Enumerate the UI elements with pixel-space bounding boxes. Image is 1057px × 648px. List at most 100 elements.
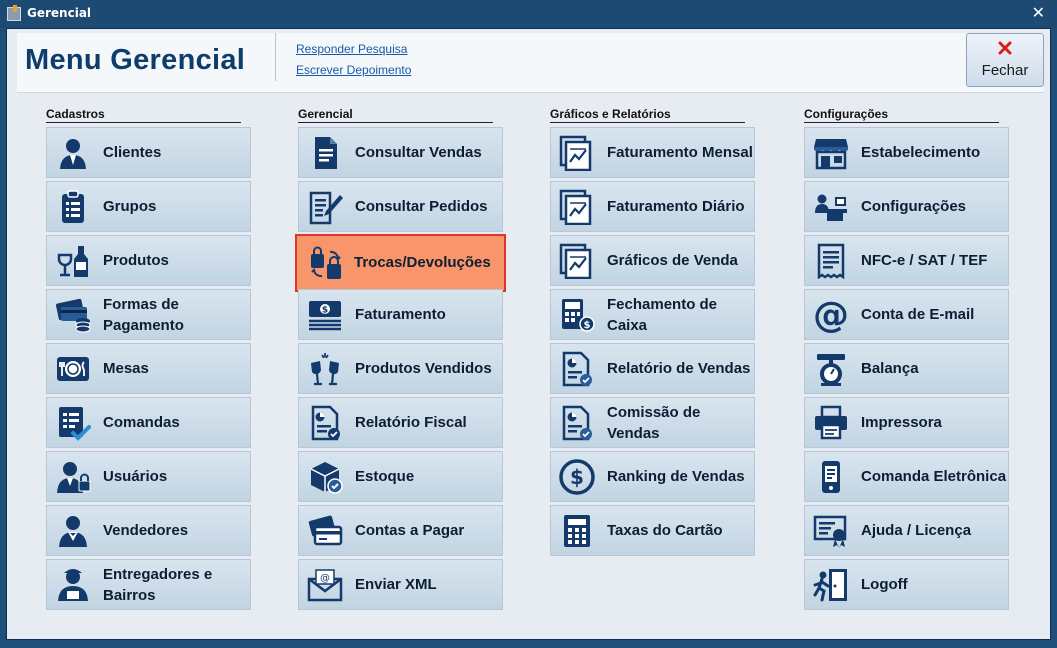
menu-button-enviar-xml[interactable]: @ Enviar XML — [298, 559, 503, 610]
shopping-bags-exchange-icon — [311, 246, 341, 279]
menu-button-label: Estabelecimento — [861, 144, 981, 161]
menu-button-consultar-pedidos[interactable]: Consultar Pedidos — [298, 181, 503, 232]
menu-button-label: Mesas — [103, 360, 149, 377]
cards-cash-icon — [55, 298, 91, 333]
document-pen-icon — [309, 191, 343, 225]
menu-button-label: Impressora — [861, 414, 942, 431]
menu-button-label: Usuários — [103, 468, 168, 485]
window-close-icon[interactable]: ✕ — [1032, 3, 1045, 22]
menu-button-fechamento-de-caixa[interactable]: $ Fechamento de Caixa — [550, 289, 755, 340]
report-icon — [311, 405, 340, 441]
menu-button-comandas[interactable]: Comandas — [46, 397, 251, 448]
menu-button-clientes[interactable]: Clientes — [46, 127, 251, 178]
calculator-icon — [564, 515, 590, 547]
menu-button-label: Configurações — [861, 198, 967, 215]
client-area: Menu Gerencial Responder Pesquisa Escrev… — [6, 28, 1051, 640]
menu-button-label: Formas de Pagamento — [103, 295, 184, 334]
menu-button-nfc-e-sat-tef[interactable]: NFC-e / SAT / TEF — [804, 235, 1009, 286]
person-icon — [60, 139, 86, 169]
menu-button-label: Taxas do Cartão — [607, 522, 723, 539]
menu-button-entregadores-e-bairros[interactable]: Entregadores e Bairros — [46, 559, 251, 610]
menu-button-produtos-vendidos[interactable]: Produtos Vendidos — [298, 343, 503, 394]
checklist-icon — [59, 407, 91, 441]
scale-icon — [817, 354, 845, 386]
salesperson-icon — [59, 516, 87, 547]
menu-button-relatorio-de-vendas[interactable]: Relatório de Vendas — [550, 343, 755, 394]
menu-button-label: Vendedores — [103, 522, 189, 539]
menu-button-ranking-de-vendas[interactable]: $ Ranking de Vendas — [550, 451, 755, 502]
menu-button-conta-de-e-mail[interactable]: @ Conta de E-mail — [804, 289, 1009, 340]
app-icon — [7, 5, 21, 21]
menu-button-label: Balança — [861, 360, 919, 377]
receipt-icon — [817, 243, 845, 279]
menu-button-label: Produtos Vendidos — [355, 360, 492, 377]
menu-button-label: Clientes — [103, 144, 162, 161]
svg-text:$: $ — [322, 306, 328, 316]
menu-button-label: Faturamento — [355, 306, 446, 323]
menu-button-comanda-eletronica[interactable]: Comanda Eletrônica — [804, 451, 1009, 502]
menu-button-label: Estoque — [355, 468, 415, 485]
menu-button-graficos-de-venda[interactable]: Gráficos de Venda — [550, 235, 755, 286]
menu-button-label: Consultar Pedidos — [355, 198, 488, 215]
clipboard-list-icon — [62, 190, 84, 223]
menu-button-vendedores[interactable]: Vendedores — [46, 505, 251, 556]
envelope-at-icon: @ — [307, 569, 343, 602]
menu-button-usuarios[interactable]: Usuários — [46, 451, 251, 502]
write-testimonial-link[interactable]: Escrever Depoimento — [296, 63, 411, 77]
close-icon — [998, 41, 1012, 55]
menu-button-label: Relatório Fiscal — [355, 414, 467, 431]
plate-cutlery-icon — [57, 357, 89, 381]
menu-button-estoque[interactable]: Estoque — [298, 451, 503, 502]
menu-button-label: Comissão de Vendas — [607, 403, 701, 442]
svg-text:$: $ — [570, 465, 584, 489]
menu-button-label: NFC-e / SAT / TEF — [861, 252, 988, 269]
menu-button-grupos[interactable]: Grupos — [46, 181, 251, 232]
report-check-icon — [562, 351, 592, 387]
column-heading-1: Gerencial — [298, 107, 493, 123]
credit-cards-icon — [308, 515, 343, 546]
menu-button-consultar-vendas[interactable]: Consultar Vendas — [298, 127, 503, 178]
menu-button-contas-a-pagar[interactable]: Contas a Pagar — [298, 505, 503, 556]
column-heading-3: Configurações — [804, 107, 999, 123]
menu-button-mesas[interactable]: Mesas — [46, 343, 251, 394]
menu-button-label: Fechamento de Caixa — [607, 295, 718, 334]
menu-button-label: Comandas — [103, 414, 180, 431]
cash-stack-icon: $ — [309, 301, 341, 331]
svg-text:$: $ — [584, 320, 591, 331]
document-icon — [315, 137, 337, 169]
menu-button-faturamento-mensal[interactable]: Faturamento Mensal — [550, 127, 755, 178]
menu-button-label: Produtos — [103, 252, 169, 269]
menu-button-label: Relatório de Vendas — [607, 360, 751, 377]
menu-button-comissao-de-vendas[interactable]: Comissão de Vendas — [550, 397, 755, 448]
menu-button-label: Trocas/Devoluções — [354, 253, 491, 271]
close-button[interactable]: Fechar — [966, 33, 1044, 87]
menu-button-label: Consultar Vendas — [355, 144, 482, 161]
toast-glasses-icon — [311, 353, 339, 386]
menu-button-label: Contas a Pagar — [355, 522, 465, 539]
svg-text:@: @ — [813, 297, 849, 333]
menu-button-ajuda-licenca[interactable]: Ajuda / Licença — [804, 505, 1009, 556]
menu-button-configuracoes[interactable]: Configurações — [804, 181, 1009, 232]
column-heading-2: Gráficos e Relatórios — [550, 107, 745, 123]
menu-button-faturamento-diario[interactable]: Faturamento Diário — [550, 181, 755, 232]
printer-icon — [815, 405, 847, 440]
menu-button-logoff[interactable]: Logoff — [804, 559, 1009, 610]
menu-button-produtos[interactable]: Produtos — [46, 235, 251, 286]
menu-button-taxas-do-cartao[interactable]: Taxas do Cartão — [550, 505, 755, 556]
header: Menu Gerencial Responder Pesquisa Escrev… — [17, 33, 1044, 93]
menu-button-faturamento[interactable]: $ Faturamento — [298, 289, 503, 340]
menu-button-impressora[interactable]: Impressora — [804, 397, 1009, 448]
menu-button-relatorio-fiscal[interactable]: Relatório Fiscal — [298, 397, 503, 448]
menu-button-label: Faturamento Diário — [607, 198, 745, 215]
menu-button-formas-de-pagamento[interactable]: Formas de Pagamento — [46, 289, 251, 340]
user-lock-icon — [57, 462, 91, 493]
respond-survey-link[interactable]: Responder Pesquisa — [296, 42, 407, 56]
menu-button-balanca[interactable]: Balança — [804, 343, 1009, 394]
menu-button-label: Entregadores e Bairros — [103, 565, 213, 604]
box-check-icon — [310, 462, 343, 494]
menu-button-trocasdevolucoes[interactable]: Trocas/Devoluções — [295, 234, 506, 292]
menu-button-label: Comanda Eletrônica — [861, 468, 1007, 485]
wine-glass-bottle-icon — [57, 246, 88, 277]
menu-button-label: Ajuda / Licença — [861, 522, 972, 539]
menu-button-estabelecimento[interactable]: Estabelecimento — [804, 127, 1009, 178]
